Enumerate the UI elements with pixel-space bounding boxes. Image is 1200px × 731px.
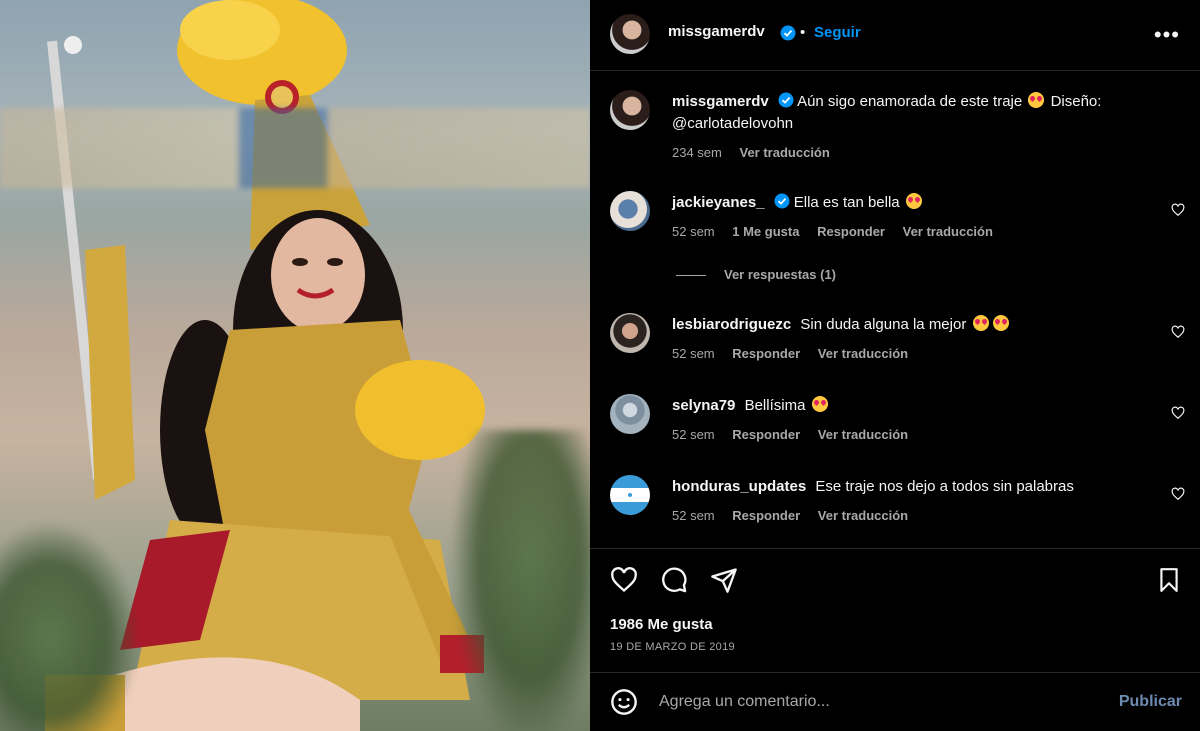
verified-badge-icon bbox=[774, 193, 790, 209]
heart-eyes-emoji-icon bbox=[992, 315, 1009, 331]
comment-time[interactable]: 52 sem bbox=[672, 224, 715, 239]
caption-avatar[interactable] bbox=[610, 90, 650, 130]
background-wall bbox=[0, 108, 590, 188]
comment-body: Bellísima bbox=[744, 397, 806, 414]
comment-meta: 52 sem Responder Ver traducción bbox=[672, 346, 922, 361]
heart-eyes-emoji-icon bbox=[1028, 92, 1045, 108]
more-options-icon[interactable]: ••• bbox=[1154, 22, 1180, 48]
comment-body: Sin duda alguna la mejor bbox=[800, 316, 967, 333]
comment-time[interactable]: 52 sem bbox=[672, 508, 715, 523]
section-divider bbox=[590, 548, 1200, 549]
post-date: 19 DE MARZO DE 2019 bbox=[610, 641, 735, 653]
caption-text: missgamerdv Aún sigo enamorada de este t… bbox=[672, 91, 1142, 135]
commenter-avatar[interactable] bbox=[610, 191, 650, 231]
reply-button[interactable]: Responder bbox=[732, 346, 800, 361]
comment-bubble-icon[interactable] bbox=[660, 566, 688, 594]
likes-count[interactable]: 1986 Me gusta bbox=[610, 616, 713, 633]
comment-time[interactable]: 52 sem bbox=[672, 427, 715, 442]
comment-meta: 52 sem Responder Ver traducción bbox=[672, 508, 922, 523]
flag-star-icon bbox=[628, 493, 632, 497]
view-replies-button[interactable]: Ver respuestas (1) bbox=[676, 267, 836, 282]
comment-body: Ella es tan bella bbox=[793, 194, 900, 211]
emoji-picker-icon[interactable] bbox=[610, 688, 638, 716]
avatar[interactable] bbox=[610, 14, 650, 54]
commenter-avatar[interactable] bbox=[610, 394, 650, 434]
follow-button[interactable]: Seguir bbox=[814, 24, 861, 41]
comment-text: jackieyanes_ Ella es tan bella bbox=[672, 192, 1142, 214]
translate-link[interactable]: Ver traducción bbox=[903, 224, 993, 239]
verified-badge-icon bbox=[780, 25, 796, 41]
post-image[interactable] bbox=[0, 0, 590, 731]
caption-time[interactable]: 234 sem bbox=[672, 145, 722, 160]
verified-badge-icon bbox=[778, 92, 794, 108]
comment-likes[interactable]: 1 Me gusta bbox=[732, 224, 799, 239]
commenter-avatar[interactable] bbox=[610, 475, 650, 515]
post-header: missgamerdv • Seguir ••• bbox=[590, 0, 1200, 71]
translate-link[interactable]: Ver traducción bbox=[818, 346, 908, 361]
publish-button[interactable]: Publicar bbox=[1119, 693, 1182, 711]
translate-link[interactable]: Ver traducción bbox=[818, 427, 908, 442]
caption-body: Aún sigo enamorada de este traje bbox=[797, 93, 1023, 110]
comment-meta: 52 sem 1 Me gusta Responder Ver traducci… bbox=[672, 224, 1007, 239]
header-username[interactable]: missgamerdv bbox=[668, 23, 765, 40]
comment-meta: 52 sem Responder Ver traducción bbox=[672, 427, 922, 442]
post-panel: missgamerdv • Seguir ••• missgamerdv Aún… bbox=[590, 0, 1200, 731]
commenter-avatar[interactable] bbox=[610, 313, 650, 353]
like-heart-icon[interactable] bbox=[1171, 203, 1185, 217]
view-replies-label: Ver respuestas (1) bbox=[724, 267, 837, 282]
background-palm-left bbox=[0, 520, 140, 731]
comment-username[interactable]: selyna79 bbox=[672, 397, 735, 414]
background-palm bbox=[450, 430, 590, 731]
comment-text: honduras_updates Ese traje nos dejo a to… bbox=[672, 476, 1142, 498]
comment-text: selyna79 Bellísima bbox=[672, 395, 1142, 417]
replies-divider bbox=[676, 275, 706, 277]
reply-button[interactable]: Responder bbox=[732, 508, 800, 523]
like-heart-icon[interactable] bbox=[610, 566, 638, 594]
comment-input[interactable]: Agrega un comentario... bbox=[659, 693, 830, 711]
comment-body: Ese traje nos dejo a todos sin palabras bbox=[815, 478, 1074, 495]
reply-button[interactable]: Responder bbox=[817, 224, 885, 239]
heart-eyes-emoji-icon bbox=[905, 193, 922, 209]
separator-dot: • bbox=[800, 24, 806, 41]
comment-text: lesbiarodriguezc Sin duda alguna la mejo… bbox=[672, 314, 1142, 336]
caption-username[interactable]: missgamerdv bbox=[672, 93, 769, 110]
comment-time[interactable]: 52 sem bbox=[672, 346, 715, 361]
like-heart-icon[interactable] bbox=[1171, 487, 1185, 501]
comment-username[interactable]: jackieyanes_ bbox=[672, 194, 765, 211]
comment-username[interactable]: lesbiarodriguezc bbox=[672, 316, 791, 333]
comment-username[interactable]: honduras_updates bbox=[672, 478, 806, 495]
bookmark-icon[interactable] bbox=[1156, 566, 1182, 594]
heart-eyes-emoji-icon bbox=[972, 315, 989, 331]
like-heart-icon[interactable] bbox=[1171, 325, 1185, 339]
translate-link[interactable]: Ver traducción bbox=[818, 508, 908, 523]
reply-button[interactable]: Responder bbox=[732, 427, 800, 442]
heart-eyes-emoji-icon bbox=[811, 396, 828, 412]
like-heart-icon[interactable] bbox=[1171, 406, 1185, 420]
composer-divider bbox=[590, 672, 1200, 673]
share-send-icon[interactable] bbox=[710, 566, 738, 594]
translate-link[interactable]: Ver traducción bbox=[740, 145, 830, 160]
caption-meta: 234 sem Ver traducción bbox=[672, 145, 844, 160]
